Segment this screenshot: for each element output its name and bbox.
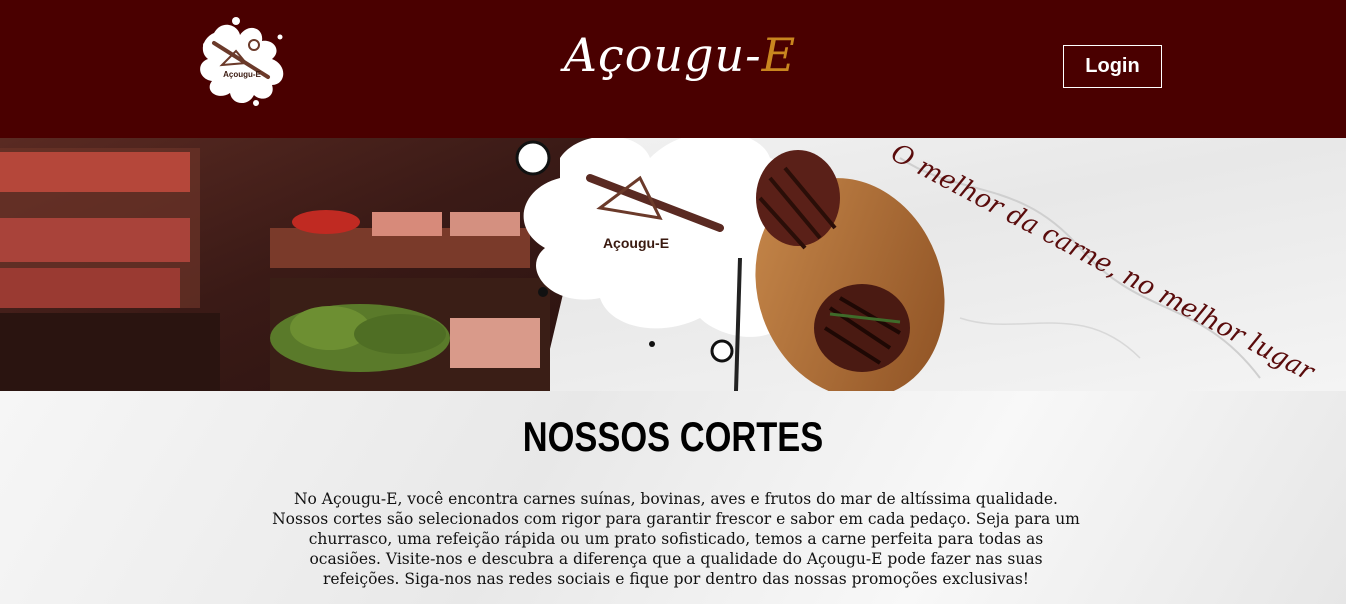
site-header: Açougu-E Açougu-E Login xyxy=(0,0,1346,138)
login-button[interactable]: Login xyxy=(1063,45,1162,88)
site-logo[interactable]: Açougu-E xyxy=(192,15,292,107)
section-title: NOSSOS CORTES xyxy=(522,413,824,460)
splash-logo-icon: Açougu-E xyxy=(200,17,284,106)
brand-title-accent: E xyxy=(761,28,797,82)
logo-text: Açougu-E xyxy=(223,70,261,79)
banner-badge-text: Açougu-E xyxy=(603,235,669,251)
banner-image: Açougu-E xyxy=(0,138,1346,391)
brand-title: Açougu-E xyxy=(540,28,820,82)
main-section: NOSSOS CORTES No Açougu-E, você encontra… xyxy=(0,391,1346,604)
section-description: No Açougu-E, você encontra carnes suínas… xyxy=(272,490,1080,588)
brand-title-main: Açougu- xyxy=(563,28,762,82)
hero-banner: Açougu-E O melhor da carne, no melhor lu… xyxy=(0,138,1346,391)
